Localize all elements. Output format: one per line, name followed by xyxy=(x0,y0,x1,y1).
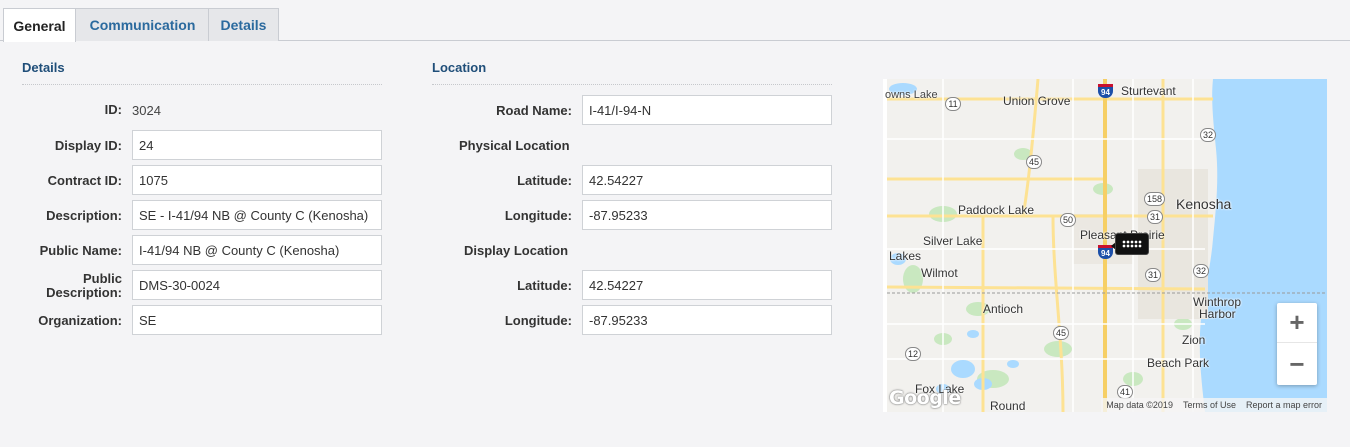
route-shield: 45 xyxy=(1053,326,1070,340)
sign-marker-icon[interactable] xyxy=(1115,233,1149,255)
route-shield: 31 xyxy=(1145,268,1162,282)
zoom-controls: + − xyxy=(1277,303,1317,385)
id-value: 3024 xyxy=(132,103,161,118)
map-place-label: Antioch xyxy=(983,302,1024,316)
public-description-input[interactable] xyxy=(132,270,382,300)
public-name-label: Public Name: xyxy=(39,243,122,258)
tab-communication[interactable]: Communication xyxy=(75,8,209,41)
display-latitude-label: Latitude: xyxy=(517,278,572,293)
public-description-label-line1: Public xyxy=(82,271,122,286)
map-place-label: Sturtevant xyxy=(1121,84,1176,98)
zoom-in-button[interactable]: + xyxy=(1277,303,1317,343)
organization-label: Organization: xyxy=(38,313,122,328)
map-place-label: Lakes xyxy=(889,249,922,263)
map-place-label: Silver Lake xyxy=(923,234,983,248)
physical-location-heading: Physical Location xyxy=(459,138,570,153)
route-shield: 12 xyxy=(905,347,922,361)
display-latitude-input[interactable] xyxy=(582,270,832,300)
route-shield: 50 xyxy=(1060,213,1077,227)
details-section-divider xyxy=(22,84,382,85)
interstate-shield: 94 xyxy=(1098,84,1113,98)
location-section-divider xyxy=(432,84,832,85)
map-place-label: Kenosha xyxy=(1176,196,1232,212)
terms-of-use-link[interactable]: Terms of Use xyxy=(1178,400,1241,410)
route-shield: 158 xyxy=(1144,192,1166,206)
route-shield: 11 xyxy=(945,97,961,111)
road-name-label: Road Name: xyxy=(496,103,572,118)
physical-latitude-label: Latitude: xyxy=(517,173,572,188)
tab-bar: General Communication Details xyxy=(0,0,1350,42)
route-shield: 31 xyxy=(1147,210,1164,224)
map-place-label: Paddock Lake xyxy=(958,203,1035,217)
map-place-label: Harbor xyxy=(1199,307,1236,321)
google-logo[interactable]: Google xyxy=(889,387,961,409)
route-shield: 32 xyxy=(1193,264,1210,278)
physical-longitude-label: Longitude: xyxy=(504,208,572,223)
physical-latitude-input[interactable] xyxy=(582,165,832,195)
road-name-input[interactable] xyxy=(582,95,832,125)
map-place-label: Beach Park xyxy=(1147,356,1210,370)
route-shield: 41 xyxy=(1117,385,1134,399)
id-label: ID: xyxy=(104,102,122,117)
display-id-label: Display ID: xyxy=(54,138,122,153)
contract-id-label: Contract ID: xyxy=(47,173,122,188)
map-place-label: Wilmot xyxy=(921,266,958,280)
tab-details[interactable]: Details xyxy=(208,8,279,41)
physical-longitude-input[interactable] xyxy=(582,200,832,230)
map-place-label: owns Lake xyxy=(885,89,938,101)
location-section-title: Location xyxy=(432,60,487,75)
contract-id-input[interactable] xyxy=(132,165,382,195)
map-place-label: Zion xyxy=(1182,333,1206,347)
public-description-label-line2: Description: xyxy=(46,285,122,300)
location-map[interactable]: owns Lake Union Grove Sturtevant Kenosha… xyxy=(883,79,1327,412)
description-label: Description: xyxy=(46,208,122,223)
public-description-label: Public Description: xyxy=(22,272,122,300)
zoom-out-button[interactable]: − xyxy=(1277,344,1317,384)
display-longitude-input[interactable] xyxy=(582,305,832,335)
organization-input[interactable] xyxy=(132,305,382,335)
map-data-credit: Map data ©2019 xyxy=(1106,400,1173,410)
map-place-label: Round xyxy=(990,399,1026,412)
map-attribution: Map data ©2019 Terms of Use Report a map… xyxy=(1101,398,1327,412)
report-map-error-link[interactable]: Report a map error xyxy=(1241,400,1327,410)
display-id-input[interactable] xyxy=(132,130,382,160)
description-input[interactable] xyxy=(132,200,382,230)
tab-general[interactable]: General xyxy=(3,8,76,42)
map-place-label: Union Grove xyxy=(1003,94,1071,108)
details-section-title: Details xyxy=(22,60,65,75)
public-name-input[interactable] xyxy=(132,235,382,265)
route-shield: 45 xyxy=(1026,155,1043,169)
display-longitude-label: Longitude: xyxy=(504,313,572,328)
display-location-heading: Display Location xyxy=(464,243,569,258)
route-shield: 32 xyxy=(1200,128,1217,142)
